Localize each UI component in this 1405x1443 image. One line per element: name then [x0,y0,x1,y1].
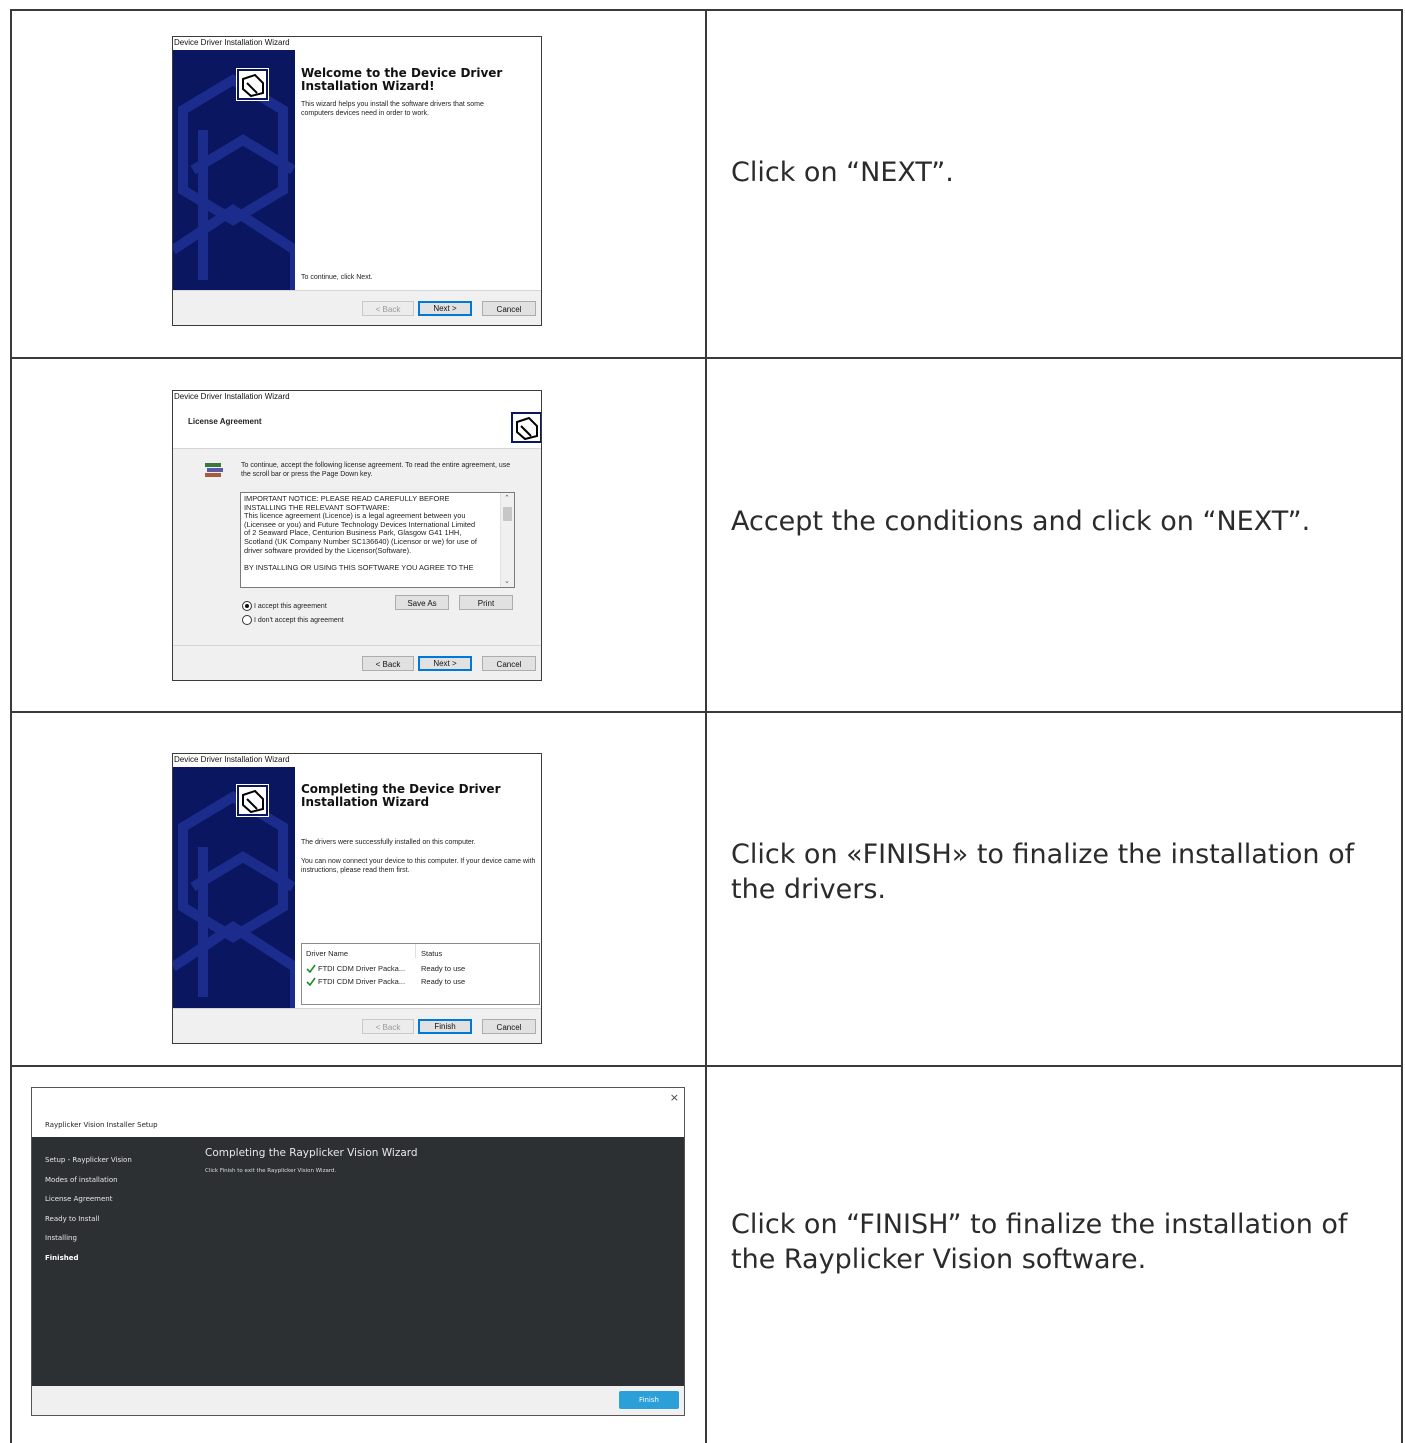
license-instructions: To continue, accept the following licens… [241,462,511,478]
dialog-footer: < Back Next > Cancel [173,290,541,325]
back-button[interactable]: < Back [362,1019,414,1034]
wizard-banner-image [173,50,295,290]
scroll-down-icon[interactable]: ⌄ [504,577,510,585]
decline-label: I don't accept this agreement [254,617,344,624]
step-caption-3: Click on «FINISH» to finalize the instal… [731,839,1355,905]
back-button[interactable]: < Back [362,656,414,671]
grid-row-1 [10,357,1403,359]
header-panel [173,404,541,449]
installer-footer: Finish [32,1386,684,1415]
license-text: IMPORTANT NOTICE: PLEASE READ CAREFULLY … [244,494,496,572]
installer-icon [236,784,269,817]
dialog-title: Device Driver Installation Wizard [174,392,290,401]
dialog-title: Device Driver Installation Wizard [174,755,290,764]
driver-list: Driver Name Status FTDI CDM Driver Packa… [301,943,540,1005]
grid-middle [705,9,707,1443]
installer-heading: Completing the Rayplicker Vision Wizard [205,1147,418,1159]
welcome-dialog: Device Driver Installation Wizard Welcom… [172,36,542,326]
step-caption-2: Accept the conditions and click on “NEXT… [731,506,1311,537]
check-icon [306,977,316,986]
dialog-heading: Welcome to the Device Driver Installatio… [301,66,503,93]
step-caption-4: Click on “FINISH” to finalize the instal… [731,1209,1348,1275]
license-scrollbar[interactable]: ⌃ ⌄ [500,493,514,587]
wizard-banner-image [173,767,295,1008]
dialog-title: Device Driver Installation Wizard [174,38,290,47]
next-button[interactable]: Next > [418,301,472,316]
column-divider [415,944,416,958]
step-modes: Modes of installation [45,1175,118,1184]
accept-label: I accept this agreement [254,603,327,610]
continue-text: To continue, click Next. [301,274,373,281]
cancel-button[interactable]: Cancel [482,301,536,316]
step-license: License Agreement [45,1195,113,1204]
column-header-status: Status [421,949,443,958]
driver-name: FTDI CDM Driver Packa... [318,977,406,986]
grid-left [10,9,12,1443]
column-header-name: Driver Name [306,949,349,958]
close-icon[interactable]: × [670,1091,679,1104]
installer-subtext: Click Finish to exit the Rayplicker Visi… [205,1168,337,1174]
driver-status: Ready to use [421,964,466,973]
decline-radio[interactable] [242,615,252,625]
step-installing: Installing [45,1234,77,1243]
step-setup: Setup - Rayplicker Vision [45,1156,132,1164]
books-icon [203,458,225,480]
grid-row-3 [10,1065,1403,1067]
step-caption-1: Click on “NEXT”. [731,157,954,188]
dialog-body: This wizard helps you install the softwa… [301,101,484,117]
step-ready: Ready to Install [45,1214,100,1223]
dialog-heading: Completing the Device Driver Installatio… [301,782,501,809]
license-line: driver software provided by the Licensor… [244,545,412,555]
installer-main-panel: Setup - Rayplicker Vision Modes of insta… [32,1137,684,1386]
success-text: The drivers were successfully installed … [301,839,476,846]
check-icon [306,964,316,973]
grid-right [1401,9,1403,1443]
license-line: BY INSTALLING OR USING THIS SOFTWARE YOU… [244,562,474,572]
finish-button[interactable]: Finish [619,1391,679,1409]
step-finished: Finished [45,1253,79,1262]
cancel-button[interactable]: Cancel [482,656,536,671]
rayplicker-installer-window: × Rayplicker Vision Installer Setup Setu… [31,1087,685,1416]
accept-radio[interactable] [242,601,252,611]
installer-steps: Setup - Rayplicker Vision Modes of insta… [45,1151,132,1269]
save-as-button[interactable]: Save As [395,595,449,610]
dialog-footer: < Back Finish Cancel [173,1008,541,1043]
installer-icon [236,68,269,101]
installer-title: Rayplicker Vision Installer Setup [45,1121,158,1129]
driver-name: FTDI CDM Driver Packa... [318,964,406,973]
grid-row-2 [10,711,1403,713]
back-button[interactable]: < Back [362,301,414,316]
print-button[interactable]: Print [459,595,513,610]
scroll-up-icon[interactable]: ⌃ [504,494,510,502]
scroll-thumb[interactable] [503,507,512,521]
dialog-footer: < Back Next > Cancel [173,645,541,680]
next-button[interactable]: Next > [418,656,472,671]
cancel-button[interactable]: Cancel [482,1019,536,1034]
instructions-text: You can now connect your device to this … [301,858,536,874]
installer-icon [510,411,541,444]
finish-button[interactable]: Finish [418,1019,472,1034]
driver-status: Ready to use [421,977,466,986]
license-text-box[interactable]: IMPORTANT NOTICE: PLEASE READ CAREFULLY … [240,492,515,588]
section-heading: License Agreement [188,417,262,426]
